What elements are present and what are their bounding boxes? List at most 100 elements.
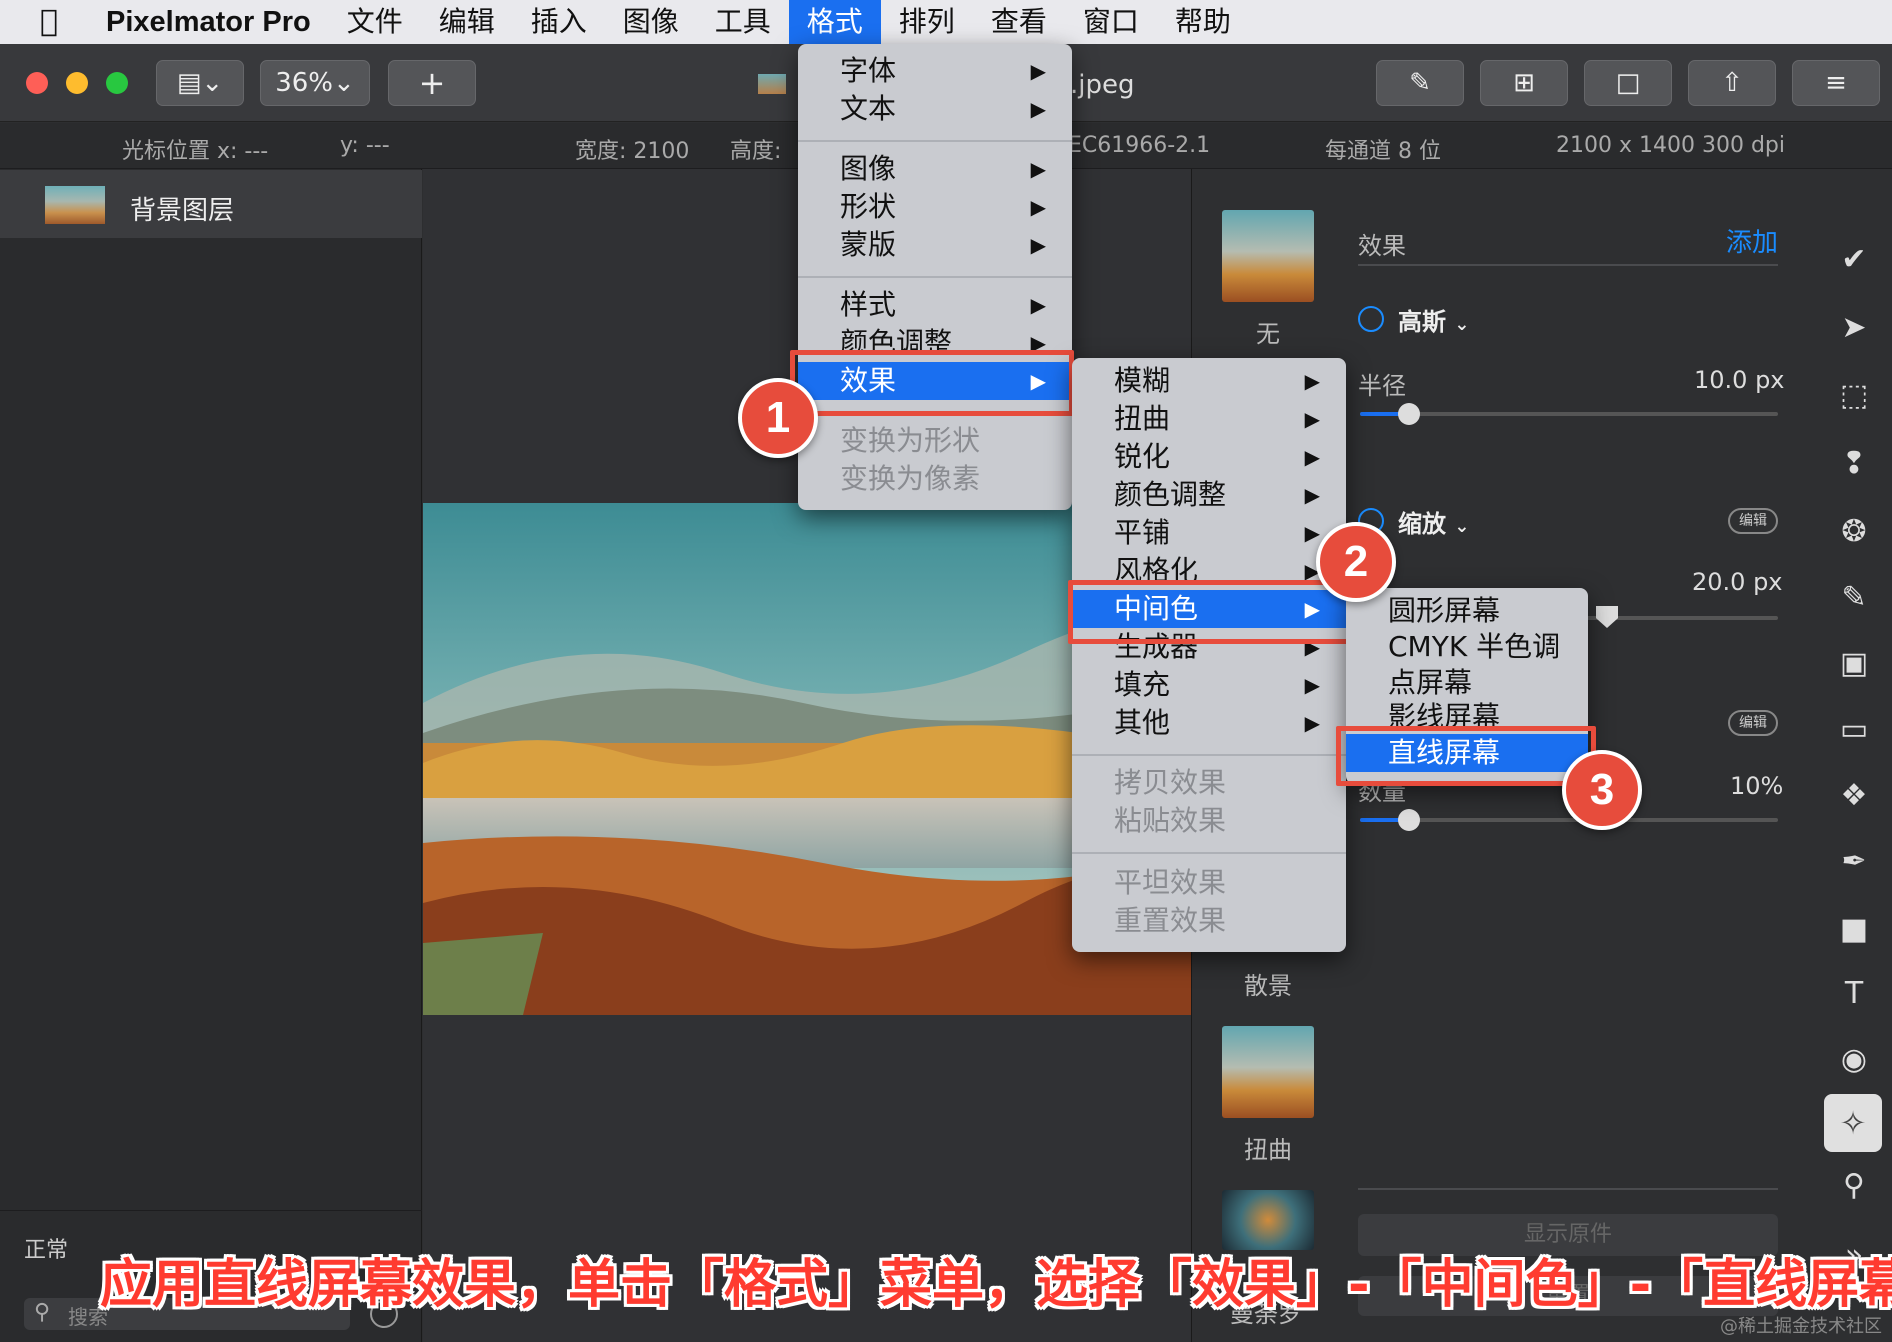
- add-effect-button[interactable]: 添加: [1726, 222, 1778, 259]
- preset-thumbnail-mandala[interactable]: [1222, 1190, 1314, 1250]
- preset-thumbnail-distort[interactable]: [1222, 1026, 1314, 1118]
- plus-icon: +: [418, 64, 446, 102]
- menu-file[interactable]: 文件: [329, 0, 421, 44]
- zoom-dropdown[interactable]: 36% ⌄: [260, 60, 370, 106]
- effects-tool-button[interactable]: ✧: [1824, 1094, 1882, 1152]
- zoom-tool-icon[interactable]: ⚲: [1834, 1166, 1874, 1206]
- menu-bar:  Pixelmator Pro 文件 编辑 插入 图像 工具 格式 排列 查看…: [0, 0, 1892, 44]
- submenu-item-distort[interactable]: 扭曲 ▶: [1072, 400, 1346, 438]
- menu-tools[interactable]: 工具: [697, 0, 789, 44]
- submenu-item-cmyk-halftone[interactable]: CMYK 半色调: [1346, 628, 1588, 666]
- gaussian-dropdown[interactable]: 高斯 ⌄: [1398, 302, 1469, 337]
- edit-button[interactable]: 编辑: [1728, 508, 1778, 534]
- sliders-icon: ≡: [1825, 68, 1847, 98]
- scale-dropdown[interactable]: 缩放 ⌄: [1398, 504, 1469, 539]
- submenu-item-paste-effects: 粘贴效果: [1072, 802, 1346, 840]
- type-tool-icon[interactable]: T: [1834, 974, 1874, 1014]
- menu-window[interactable]: 窗口: [1065, 0, 1157, 44]
- eraser-tool-icon[interactable]: ▭: [1834, 710, 1874, 750]
- format-brush-button[interactable]: ✎: [1376, 60, 1464, 106]
- submenu-arrow-icon: ▶: [1304, 407, 1320, 431]
- amount-slider[interactable]: [1360, 818, 1778, 822]
- document-icon: □: [1615, 68, 1641, 98]
- preset-thumbnail-none[interactable]: [1222, 210, 1314, 302]
- submenu-item-flatten-effects: 平坦效果: [1072, 864, 1346, 902]
- layer-row[interactable]: 背景图层: [0, 170, 422, 238]
- menu-edit[interactable]: 编辑: [421, 0, 513, 44]
- zoom-window-button[interactable]: [106, 72, 128, 94]
- minimize-button[interactable]: [66, 72, 88, 94]
- scale-value[interactable]: 20.0 px: [1692, 568, 1783, 596]
- lasso-tool-icon[interactable]: ❢: [1834, 444, 1874, 484]
- radius-slider-thumb[interactable]: [1398, 403, 1420, 425]
- file-thumbnail: [758, 74, 786, 94]
- highlight-box-1: [790, 350, 1074, 416]
- blend-mode[interactable]: 正常: [24, 1232, 68, 1264]
- submenu-item-sharpen[interactable]: 锐化 ▶: [1072, 438, 1346, 476]
- submenu-item-fill[interactable]: 填充 ▶: [1072, 666, 1346, 704]
- menu-item-image-label: 图像: [840, 152, 897, 185]
- shape-tool-icon[interactable]: ■: [1834, 910, 1874, 950]
- menu-insert[interactable]: 插入: [513, 0, 605, 44]
- highlight-box-3: [1336, 726, 1596, 786]
- menu-separator: [1072, 754, 1346, 756]
- adjust-button[interactable]: ≡: [1792, 60, 1880, 106]
- submenu-item-dot-screen[interactable]: 点屏幕: [1346, 664, 1588, 702]
- radius-value[interactable]: 10.0 px: [1694, 366, 1785, 394]
- menu-item-text[interactable]: 文本 ▶: [798, 90, 1072, 128]
- menu-item-shape[interactable]: 形状 ▶: [798, 188, 1072, 226]
- gradient-tool-icon[interactable]: ▣: [1834, 644, 1874, 684]
- step-badge-1: 1: [738, 378, 818, 458]
- menu-help[interactable]: 帮助: [1157, 0, 1249, 44]
- apple-icon[interactable]: : [0, 0, 88, 44]
- sidebar-toggle-button[interactable]: ▤⌄: [156, 60, 244, 106]
- submenu-item-other[interactable]: 其他 ▶: [1072, 704, 1346, 742]
- retouch-tool-icon[interactable]: ❖: [1834, 776, 1874, 816]
- gaussian-toggle[interactable]: [1358, 306, 1384, 332]
- menu-item-convert-pixels-label: 变换为像素: [840, 462, 981, 495]
- arrange-tool-icon[interactable]: ➤: [1834, 308, 1874, 348]
- step-badge-2: 2: [1316, 522, 1396, 602]
- amount-slider-thumb[interactable]: [1398, 809, 1420, 831]
- menu-item-convert-pixels: 变换为像素: [798, 460, 1072, 498]
- menu-format[interactable]: 格式: [788, 0, 881, 44]
- selection-tool-icon[interactable]: ⬚: [1834, 376, 1874, 416]
- paint-tool-icon[interactable]: ✎: [1834, 578, 1874, 618]
- menu-item-image[interactable]: 图像 ▶: [798, 150, 1072, 188]
- document-button[interactable]: □: [1584, 60, 1672, 106]
- share-button[interactable]: ⇧: [1688, 60, 1776, 106]
- menu-image[interactable]: 图像: [605, 0, 697, 44]
- crop-button[interactable]: ⊞: [1480, 60, 1568, 106]
- edit-button-2[interactable]: 编辑: [1728, 710, 1778, 736]
- menu-item-font-label: 字体: [840, 54, 897, 87]
- scale-label: 缩放: [1398, 510, 1446, 538]
- submenu-item-other-label: 其他: [1114, 706, 1171, 739]
- quick-select-icon[interactable]: ❂: [1834, 512, 1874, 552]
- style-tool-icon[interactable]: ✔: [1834, 240, 1874, 280]
- close-button[interactable]: [26, 72, 48, 94]
- amount-value[interactable]: 10%: [1730, 772, 1783, 800]
- pen-tool-icon[interactable]: ✒: [1834, 842, 1874, 882]
- menu-item-mask[interactable]: 蒙版 ▶: [798, 226, 1072, 264]
- menu-item-style-label: 样式: [840, 288, 897, 321]
- menu-item-style[interactable]: 样式 ▶: [798, 286, 1072, 324]
- submenu-item-reset-effects-label: 重置效果: [1114, 904, 1227, 937]
- submenu-item-blur[interactable]: 模糊 ▶: [1072, 362, 1346, 400]
- submenu-arrow-icon: ▶: [1030, 293, 1046, 317]
- search-icon: ⚲: [34, 1300, 51, 1325]
- color-adjust-icon[interactable]: ◉: [1834, 1040, 1874, 1080]
- effects-title: 效果: [1358, 232, 1406, 260]
- app-menu[interactable]: Pixelmator Pro: [88, 0, 329, 44]
- submenu-item-color-adjust[interactable]: 颜色调整 ▶: [1072, 476, 1346, 514]
- menu-arrange[interactable]: 排列: [881, 0, 973, 44]
- submenu-item-tile[interactable]: 平铺 ▶: [1072, 514, 1346, 552]
- menu-view[interactable]: 查看: [973, 0, 1065, 44]
- add-button[interactable]: +: [388, 60, 476, 106]
- submenu-item-sharpen-label: 锐化: [1114, 440, 1171, 473]
- submenu-item-blur-label: 模糊: [1114, 364, 1171, 397]
- radius-slider[interactable]: [1360, 412, 1778, 416]
- menu-item-font[interactable]: 字体 ▶: [798, 52, 1072, 90]
- menu-item-shape-label: 形状: [840, 190, 897, 223]
- format-menu: 字体 ▶ 文本 ▶ 图像 ▶ 形状 ▶ 蒙版 ▶ 样式 ▶ 颜色调整 ▶ 效果 ▶ 变换为形状 …: [798, 44, 1072, 510]
- submenu-item-circular-screen[interactable]: 圆形屏幕: [1346, 592, 1588, 630]
